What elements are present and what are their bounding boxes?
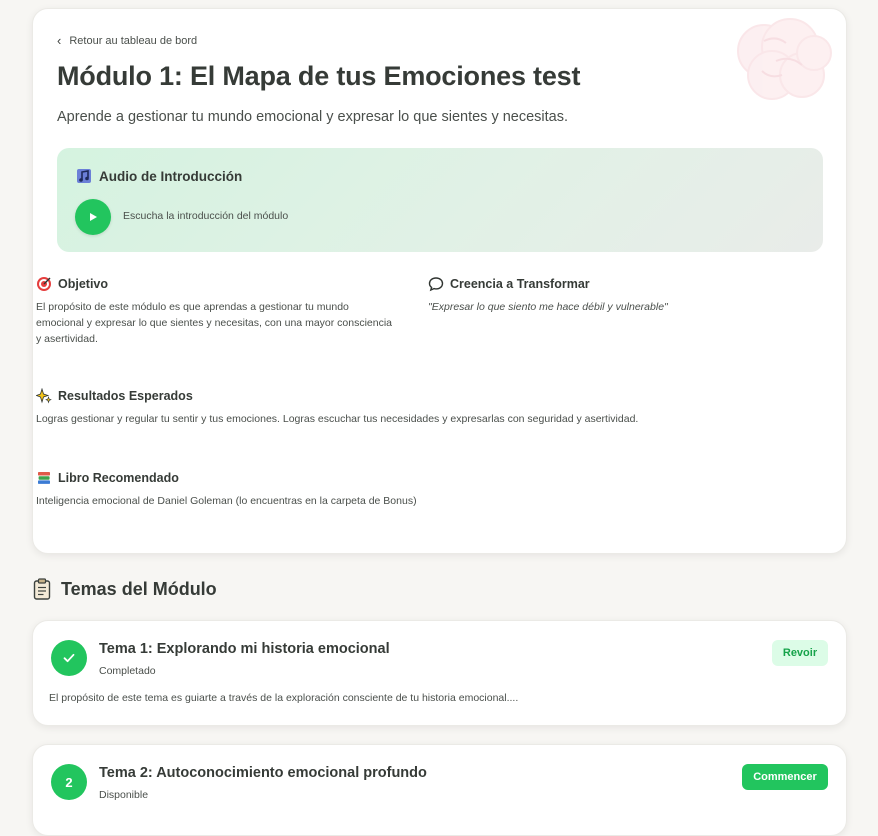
- creencia-title: Creencia a Transformar: [428, 276, 788, 292]
- play-button[interactable]: [75, 199, 111, 235]
- topic-description: El propósito de este tema es guiarte a t…: [49, 692, 519, 704]
- creencia-text: "Expresar lo que siento me hace débil y …: [428, 301, 668, 313]
- chevron-left-icon: ‹: [57, 33, 62, 48]
- topic-status-circle: [51, 640, 87, 676]
- brain-icon: [737, 18, 832, 100]
- back-link-label: Retour au tableau de bord: [69, 34, 198, 47]
- resultados-section: Resultados Esperados Logras gestionar y …: [36, 388, 776, 427]
- objetivo-title: Objetivo: [36, 276, 396, 292]
- topic-status: Disponible: [99, 789, 149, 801]
- topic-title: Tema 1: Explorando mi historia emocional: [99, 641, 390, 657]
- topics-heading-label: Temas del Módulo: [61, 578, 217, 599]
- resultados-label: Resultados Esperados: [58, 389, 193, 403]
- topic-number-circle: 2: [51, 764, 87, 800]
- music-note-icon: [77, 169, 91, 183]
- speech-bubble-icon: [428, 277, 444, 292]
- clipboard-icon: [33, 578, 51, 600]
- topic-card: Tema 1: Explorando mi historia emocional…: [32, 620, 847, 726]
- audio-title: Audio de Introducción: [75, 167, 242, 185]
- libro-section: Libro Recomendado Inteligencia emocional…: [36, 470, 776, 509]
- audio-description: Escucha la introducción del módulo: [123, 210, 289, 222]
- topic-title: Tema 2: Autoconocimiento emocional profu…: [99, 765, 427, 781]
- resultados-text: Logras gestionar y regular tu sentir y t…: [36, 413, 639, 425]
- libro-text: Inteligencia emocional de Daniel Goleman…: [36, 495, 417, 507]
- libro-title: Libro Recomendado: [36, 470, 776, 486]
- audio-intro-panel: Audio de Introducción Escucha la introdu…: [57, 148, 823, 252]
- objetivo-text: El propósito de este módulo es que apren…: [36, 301, 393, 345]
- topic-status: Completado: [99, 665, 156, 677]
- topic-card: 2 Tema 2: Autoconocimiento emocional pro…: [32, 744, 847, 836]
- resultados-title: Resultados Esperados: [36, 388, 776, 404]
- libro-label: Libro Recomendado: [58, 471, 179, 485]
- audio-title-label: Audio de Introducción: [99, 168, 243, 184]
- objetivo-section: Objetivo El propósito de este módulo es …: [36, 276, 396, 347]
- target-icon: [37, 277, 51, 291]
- books-icon: [38, 472, 50, 484]
- creencia-label: Creencia a Transformar: [450, 277, 590, 291]
- creencia-section: Creencia a Transformar "Expresar lo que …: [428, 276, 788, 315]
- objetivo-label: Objetivo: [58, 277, 109, 291]
- commencer-button[interactable]: Commencer: [742, 764, 828, 790]
- page-title: Módulo 1: El Mapa de tus Emociones test: [57, 61, 581, 91]
- play-icon: [90, 213, 97, 221]
- sparkles-icon: [36, 388, 52, 404]
- checkmark-icon: [63, 653, 75, 663]
- revoir-button[interactable]: Revoir: [772, 640, 828, 666]
- back-to-dashboard-link[interactable]: ‹ Retour au tableau de bord: [57, 33, 197, 48]
- page-subtitle: Aprende a gestionar tu mundo emocional y…: [57, 109, 569, 125]
- topics-heading: Temas del Módulo: [32, 578, 217, 600]
